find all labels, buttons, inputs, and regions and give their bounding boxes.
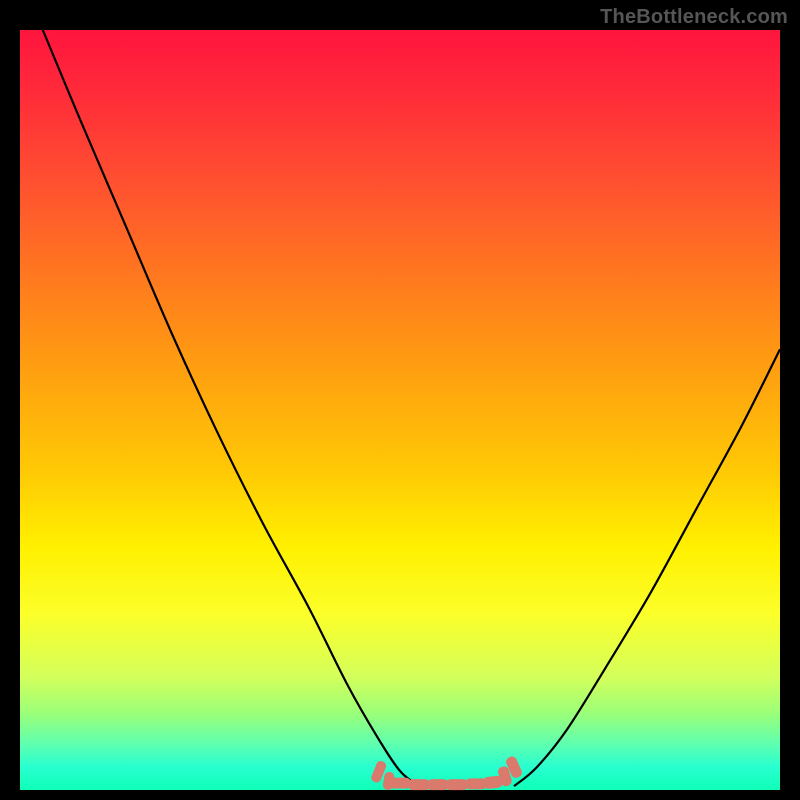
flat-dash (427, 779, 449, 790)
left-curve (43, 30, 419, 786)
plot-svg (20, 30, 780, 790)
flat-dash (408, 779, 430, 790)
plot-area (20, 30, 780, 790)
flat-dash (389, 778, 411, 789)
flat-dash (446, 779, 468, 790)
attribution-text: TheBottleneck.com (600, 6, 788, 29)
right-curve (514, 349, 780, 786)
chart-frame: TheBottleneck.com (0, 0, 800, 800)
